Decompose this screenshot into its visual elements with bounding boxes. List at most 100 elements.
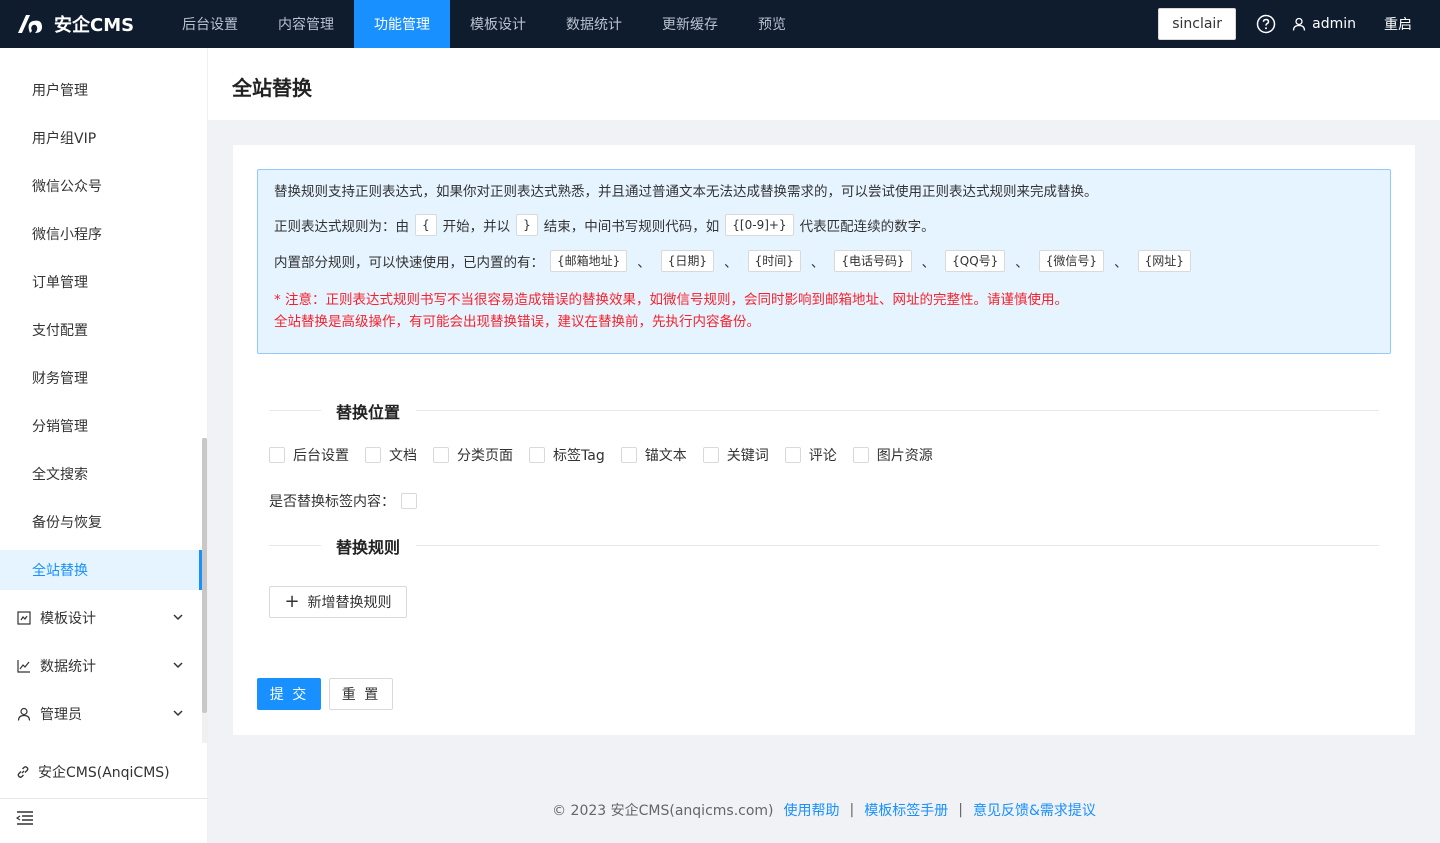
replace-tag-content-checkbox[interactable] bbox=[401, 493, 417, 509]
sidebar-item-distribution[interactable]: 分销管理 bbox=[0, 406, 202, 446]
notice-text: 代表匹配连续的数字。 bbox=[799, 219, 935, 235]
checkbox-image-resources[interactable]: 图片资源 bbox=[852, 445, 933, 465]
nav-item-update-cache[interactable]: 更新缓存 bbox=[642, 0, 738, 48]
content-card: 替换规则支持正则表达式，如果你对正则表达式熟悉，并且通过普通文本无法达成替换需求… bbox=[233, 145, 1415, 735]
checkbox-box[interactable] bbox=[620, 447, 637, 463]
brand[interactable]: 安企CMS bbox=[0, 0, 170, 48]
user-icon bbox=[1292, 17, 1306, 31]
checkbox-label: 文档 bbox=[389, 448, 417, 464]
divider bbox=[416, 545, 1379, 546]
footer-link-template-manual[interactable]: 模板标签手册 bbox=[864, 800, 948, 820]
sidebar-item-user-groups[interactable]: 用户组VIP bbox=[0, 118, 202, 158]
footer-separator: | bbox=[958, 802, 963, 818]
reset-button[interactable]: 重 置 bbox=[329, 678, 393, 710]
replace-tag-content-field: 是否替换标签内容： bbox=[269, 491, 417, 511]
section-title: 替换位置 bbox=[336, 403, 401, 422]
collapse-menu-icon[interactable] bbox=[16, 810, 34, 826]
notice-text: 正则表达式规则为：由 bbox=[274, 219, 409, 235]
sidebar-divider bbox=[0, 798, 208, 799]
restart-link[interactable]: 重启 bbox=[1384, 14, 1412, 34]
sidebar-scrollbar-thumb[interactable] bbox=[202, 438, 207, 713]
nav-item-features[interactable]: 功能管理 bbox=[354, 0, 450, 48]
checkbox-documents[interactable]: 文档 bbox=[365, 445, 417, 465]
nav-item-statistics[interactable]: 数据统计 bbox=[546, 0, 642, 48]
divider bbox=[269, 545, 321, 546]
separator: 、 bbox=[724, 255, 738, 271]
checkbox-keywords[interactable]: 关键词 bbox=[702, 445, 769, 465]
notice-line-1: 替换规则支持正则表达式，如果你对正则表达式熟悉，并且通过普通文本无法达成替换需求… bbox=[274, 184, 1098, 200]
checkbox-tags[interactable]: 标签Tag bbox=[529, 445, 605, 465]
add-rule-label: 新增替换规则 bbox=[307, 595, 392, 611]
checkbox-backend-settings[interactable]: 后台设置 bbox=[269, 445, 349, 465]
copyright: © 2023 安企CMS(anqicms.com) bbox=[552, 803, 774, 819]
sidebar-item-users[interactable]: 用户管理 bbox=[0, 70, 202, 110]
nav-item-backend-settings[interactable]: 后台设置 bbox=[162, 0, 258, 48]
sidebar-link-anqicms[interactable]: 安企CMS(AnqiCMS) bbox=[16, 762, 170, 782]
sidebar-item-finance[interactable]: 财务管理 bbox=[0, 358, 202, 398]
sidebar-group-admins[interactable]: 管理员 bbox=[0, 694, 202, 734]
nav-item-preview[interactable]: 预览 bbox=[738, 0, 806, 48]
user-menu[interactable]: admin bbox=[1292, 16, 1356, 32]
sidebar-item-backup[interactable]: 备份与恢复 bbox=[0, 502, 202, 542]
footer-link-help[interactable]: 使用帮助 bbox=[784, 800, 840, 820]
page-title: 全站替换 bbox=[232, 76, 312, 100]
link-icon bbox=[17, 766, 29, 778]
checkbox-anchor-text[interactable]: 锚文本 bbox=[620, 445, 687, 465]
chart-icon bbox=[16, 658, 32, 674]
checkbox-box[interactable] bbox=[784, 447, 801, 463]
checkbox-comments[interactable]: 评论 bbox=[784, 445, 837, 465]
checkbox-box[interactable] bbox=[702, 447, 719, 463]
field-label: 是否替换标签内容： bbox=[269, 494, 395, 510]
sidebar-link-label: 安企CMS(AnqiCMS) bbox=[38, 765, 170, 781]
checkbox-label: 锚文本 bbox=[644, 448, 687, 464]
builtin-rule-chip: {邮箱地址} bbox=[550, 250, 628, 272]
site-switch-button[interactable]: sinclair bbox=[1158, 8, 1237, 40]
submit-button[interactable]: 提 交 bbox=[257, 678, 321, 710]
username: admin bbox=[1312, 16, 1356, 32]
checkbox-box[interactable] bbox=[433, 447, 449, 463]
notice-text: 开始，并以 bbox=[442, 219, 511, 235]
add-rule-button[interactable]: + 新增替换规则 bbox=[269, 586, 407, 618]
checkbox-label: 评论 bbox=[808, 448, 837, 464]
plus-icon: + bbox=[284, 591, 300, 612]
sidebar-item-fulltext-search[interactable]: 全文搜索 bbox=[0, 454, 202, 494]
notice-warning-2: 全站替换是高级操作，有可能会出现替换错误，建议在替换前，先执行内容备份。 bbox=[274, 314, 760, 330]
notice-line-3: 内置部分规则，可以快速使用，已内置的有： {邮箱地址} 、 {日期} 、 {时间… bbox=[274, 250, 1197, 272]
sidebar-item-wechat-official[interactable]: 微信公众号 bbox=[0, 166, 202, 206]
sidebar-item-wechat-miniprogram[interactable]: 微信小程序 bbox=[0, 214, 202, 254]
checkbox-box[interactable] bbox=[269, 447, 285, 463]
notice-line-2: 正则表达式规则为：由 { 开始，并以 } 结束，中间书写规则代码，如 {[0-9… bbox=[274, 214, 935, 236]
footer-link-feedback[interactable]: 意见反馈&需求提议 bbox=[973, 800, 1096, 820]
builtin-rule-chip: {电话号码} bbox=[834, 250, 912, 272]
checkbox-box[interactable] bbox=[529, 447, 545, 463]
sidebar-group-statistics[interactable]: 数据统计 bbox=[0, 646, 202, 686]
sidebar-group-label: 管理员 bbox=[40, 707, 82, 723]
checkbox-category-pages[interactable]: 分类页面 bbox=[433, 445, 513, 465]
section-title: 替换规则 bbox=[336, 538, 401, 557]
top-navbar: 安企CMS 后台设置 内容管理 功能管理 模板设计 数据统计 更新缓存 预览 s… bbox=[0, 0, 1440, 48]
notice-text: 内置部分规则，可以快速使用，已内置的有： bbox=[274, 255, 544, 271]
help-icon[interactable] bbox=[1256, 14, 1276, 34]
separator: 、 bbox=[1114, 255, 1128, 271]
sidebar-group-label: 数据统计 bbox=[40, 659, 96, 675]
sidebar-item-site-replace[interactable]: 全站替换 bbox=[0, 550, 202, 590]
sidebar-group-template[interactable]: 模板设计 bbox=[0, 598, 202, 638]
builtin-rule-chip: {日期} bbox=[660, 250, 715, 272]
section-replace-position: 替换位置 bbox=[269, 399, 1379, 423]
nav-item-template[interactable]: 模板设计 bbox=[450, 0, 546, 48]
info-notice: 替换规则支持正则表达式，如果你对正则表达式熟悉，并且通过普通文本无法达成替换需求… bbox=[257, 169, 1391, 354]
separator: 、 bbox=[637, 255, 651, 271]
sidebar-group-label: 模板设计 bbox=[40, 611, 96, 627]
builtin-rule-chip: {网址} bbox=[1137, 250, 1191, 272]
separator: 、 bbox=[810, 255, 825, 271]
checkbox-box[interactable] bbox=[852, 447, 869, 463]
nav-item-content[interactable]: 内容管理 bbox=[258, 0, 354, 48]
sidebar-item-orders[interactable]: 订单管理 bbox=[0, 262, 202, 302]
main-nav: 后台设置 内容管理 功能管理 模板设计 数据统计 更新缓存 预览 bbox=[162, 0, 806, 48]
sidebar-item-payment[interactable]: 支付配置 bbox=[0, 310, 202, 350]
checkbox-label: 后台设置 bbox=[293, 448, 349, 464]
checkbox-box[interactable] bbox=[365, 447, 381, 463]
logo-icon bbox=[16, 13, 46, 35]
divider bbox=[416, 410, 1379, 411]
template-icon bbox=[16, 610, 32, 626]
